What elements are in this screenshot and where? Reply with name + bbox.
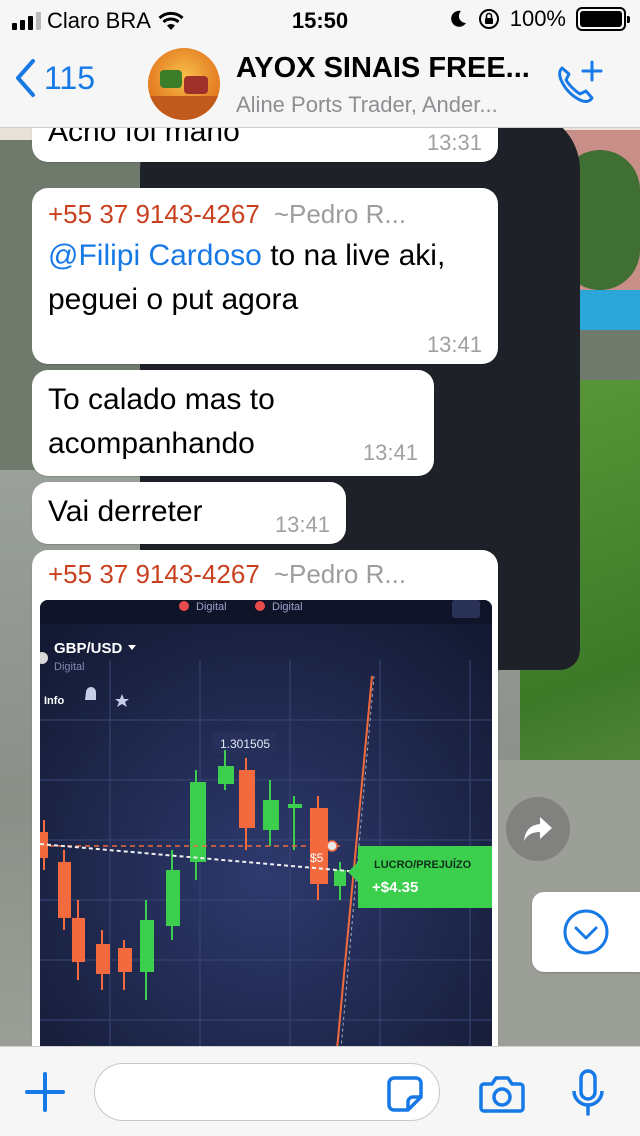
message-text: @Filipi Cardoso to na live aki, peguei o…: [48, 234, 468, 322]
battery-icon: [576, 7, 630, 31]
sticker-icon[interactable]: [386, 1075, 424, 1113]
type-label: Digital: [54, 661, 85, 673]
status-bar: Claro BRA 15:50 100%: [0, 0, 640, 40]
profit-value: +$4.35: [372, 879, 418, 896]
group-members[interactable]: Aline Ports Trader, Ander...: [236, 92, 546, 118]
message-time: 13:41: [426, 332, 482, 357]
chevron-down-icon: [563, 909, 609, 955]
forward-button[interactable]: [506, 797, 570, 861]
amount-label: $5: [310, 851, 324, 865]
orientation-lock-icon: [478, 9, 499, 29]
mention-link[interactable]: @Filipi Cardoso: [48, 239, 262, 272]
message-bubble[interactable]: Vai derreter 13:41: [32, 482, 346, 544]
profit-title: LUCRO/PREJUÍZO: [374, 858, 472, 871]
chart-photo: Digital Digital GBP/USD Digital Info 1.3…: [40, 600, 492, 1060]
plus-icon[interactable]: [24, 1071, 66, 1113]
message-bubble[interactable]: +55 37 9143-4267 ~Pedro R... @Filipi Car…: [32, 188, 498, 364]
message-bubble[interactable]: To calado mas to acompanhando 13:41: [32, 370, 434, 476]
sender-alias: ~Pedro R...: [273, 559, 407, 589]
message-time: 13:31: [426, 130, 482, 155]
group-avatar[interactable]: [148, 48, 220, 120]
unread-count: 115: [44, 59, 96, 96]
chevron-left-icon: [16, 59, 35, 97]
info-label: Info: [44, 695, 64, 707]
group-title[interactable]: AYOX SINAIS FREE...: [236, 52, 556, 85]
message-time: 13:41: [362, 440, 418, 465]
message-sender[interactable]: +55 37 9143-4267 ~Pedro R...: [48, 196, 488, 232]
price-label: 1.301505: [220, 737, 270, 751]
message-text: To calado mas to acompanhando: [48, 383, 275, 460]
composer-bar: [0, 1046, 640, 1136]
sender-number: +55 37 9143-4267: [48, 199, 260, 229]
message-time: 13:41: [274, 512, 330, 537]
tab-label: Digital: [196, 601, 227, 613]
microphone-icon[interactable]: [570, 1069, 606, 1117]
sender-alias: ~Pedro R...: [273, 199, 407, 229]
chart-image[interactable]: Digital Digital GBP/USD Digital Info 1.3…: [40, 600, 492, 1060]
tab-label: Digital: [272, 601, 303, 613]
add-call-icon[interactable]: [552, 58, 606, 108]
moon-icon: [450, 10, 466, 27]
sender-number: +55 37 9143-4267: [48, 559, 260, 589]
back-button-overlay[interactable]: 115: [14, 58, 95, 98]
scroll-to-bottom-button[interactable]: [532, 892, 640, 972]
battery-percentage: 100%: [509, 6, 566, 31]
share-arrow-icon: [524, 817, 552, 841]
message-text: Vai derreter: [48, 495, 203, 528]
message-sender[interactable]: +55 37 9143-4267 ~Pedro R...: [48, 556, 488, 592]
camera-icon[interactable]: [478, 1075, 526, 1113]
pair-label: GBP/USD: [54, 640, 123, 657]
